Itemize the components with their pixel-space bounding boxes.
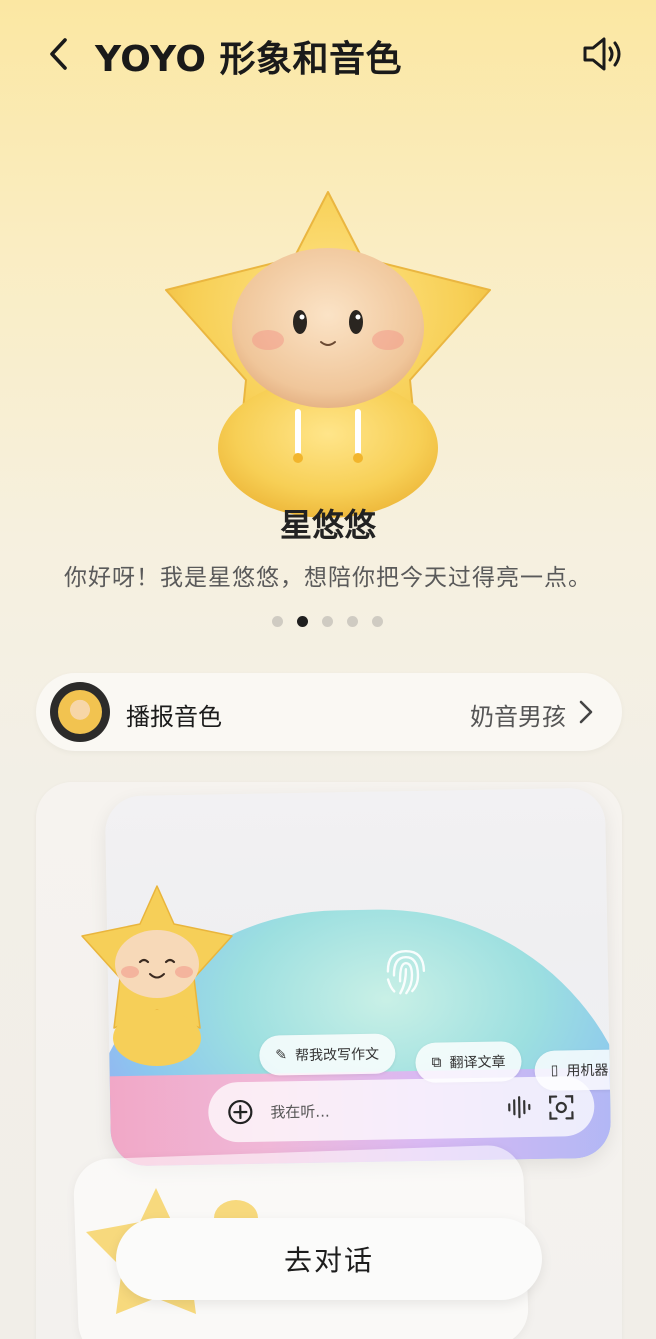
plus-icon[interactable] [226, 1098, 254, 1126]
character-name: 星悠悠 [279, 506, 376, 544]
voice-wave-icon[interactable] [506, 1095, 532, 1119]
magic-wand-icon: ✎ [275, 1047, 288, 1064]
voice-setting-row[interactable]: 播报音色 奶音男孩 [36, 673, 622, 751]
speaker-button[interactable] [576, 30, 628, 78]
speaker-icon [583, 37, 621, 71]
page-dot[interactable] [272, 616, 283, 627]
page-title: YOYO 形象和音色 [95, 39, 403, 80]
back-button[interactable] [38, 32, 78, 76]
fingerprint-icon [386, 949, 426, 995]
scan-icon[interactable] [548, 1094, 574, 1120]
translate-icon: ⧉ [431, 1054, 442, 1071]
header: YOYO 形象和音色 [0, 0, 656, 110]
page-indicator [272, 616, 383, 627]
suggestion-chip[interactable]: ✎ 帮我改写作文 [259, 1033, 396, 1076]
page-dot[interactable] [347, 616, 358, 627]
mini-character-illustration [81, 885, 233, 1066]
voice-value: 奶音男孩 [470, 703, 566, 731]
chevron-right-icon [579, 700, 593, 724]
character-illustration [165, 191, 491, 518]
voice-avatar [50, 682, 110, 742]
chat-input[interactable]: 我在听... [207, 1075, 595, 1143]
start-chat-button[interactable]: 去对话 [116, 1218, 542, 1300]
character-greeting: 你好呀！我是星悠悠，想陪你把今天过得亮一点。 [64, 565, 592, 591]
page-dot-active[interactable] [297, 616, 308, 627]
input-placeholder: 我在听... [270, 1102, 330, 1122]
voice-label: 播报音色 [126, 703, 222, 731]
back-arrow-icon [50, 38, 67, 70]
page-dot[interactable] [372, 616, 383, 627]
page-dot[interactable] [322, 616, 333, 627]
